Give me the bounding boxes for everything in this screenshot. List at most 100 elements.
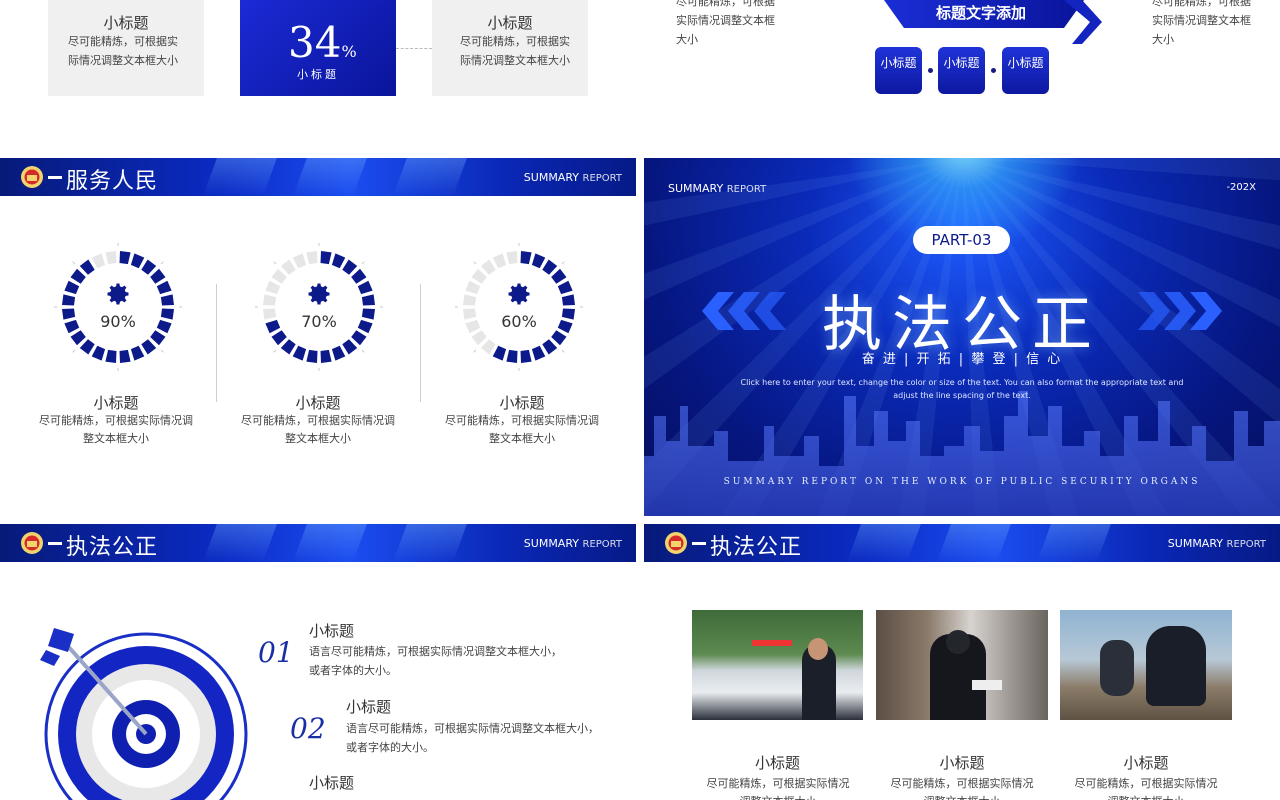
- info-box-text: 尽可能精炼，可根据实际情况调整文本框大小: [460, 35, 570, 67]
- target-dart-icon: [40, 628, 248, 800]
- ring-segment: [492, 345, 507, 361]
- slide-header: 服务人民 SUMMARY REPORT: [0, 158, 636, 196]
- ring-tick: [273, 261, 277, 265]
- ring-segment: [263, 294, 277, 306]
- ring-tick: [72, 349, 76, 353]
- ring-segment: [351, 268, 367, 284]
- ring-segment: [531, 345, 546, 361]
- chip-2[interactable]: 小标题: [938, 47, 985, 94]
- ring-segment: [357, 280, 373, 295]
- ring-segment: [342, 259, 358, 275]
- percent-box: 34% 小标题: [240, 0, 396, 96]
- ring-tick: [160, 261, 164, 265]
- ring-segment: [557, 280, 573, 295]
- info-box-text: 尽可能精炼，可根据实际情况调整文本框大小: [68, 35, 178, 67]
- chevrons-right-icon: [1138, 292, 1222, 330]
- slide-percent-boxes: 小标题 尽可能精炼，可根据实际情况调整文本框大小 34% 小标题 小标题 尽可能…: [0, 0, 636, 150]
- ring-segment: [306, 251, 318, 265]
- ring-percent: 60%: [501, 312, 537, 331]
- card-title: 小标题: [1123, 754, 1169, 772]
- slide-part-cover: SUMMARY REPORT -202X PART-03 执法公正 奋 进 | …: [644, 158, 1280, 516]
- ring-segment: [492, 253, 507, 269]
- item-text: 或者字体的大小。: [309, 664, 397, 677]
- chip-dot: [991, 68, 996, 73]
- item-number: 01: [258, 636, 294, 669]
- info-box-left: 小标题 尽可能精炼，可根据实际情况调整文本框大小: [48, 0, 204, 96]
- ring-segment: [150, 268, 166, 284]
- ring-tick: [473, 349, 477, 353]
- item-title: 小标题: [309, 774, 355, 792]
- ring-percent: 90%: [100, 312, 136, 331]
- ring-segment: [331, 345, 346, 361]
- item-text: 或者字体的大小。: [346, 741, 434, 754]
- ring-segment: [506, 251, 518, 265]
- item-text: 语言尽可能精炼，可根据实际情况调整文本框大小，: [309, 645, 562, 658]
- card-title: 小标题: [754, 754, 800, 772]
- ring-segment: [156, 280, 172, 295]
- ring-segment: [150, 330, 166, 346]
- chip-3[interactable]: 小标题: [1002, 47, 1049, 94]
- ring-segment: [265, 280, 281, 295]
- ring-segment: [331, 253, 346, 269]
- ring-text: 尽可能精炼，可根据实际情况调整文本框大小: [39, 414, 193, 445]
- header-summary: SUMMARY REPORT: [1167, 537, 1266, 550]
- ring-segment: [79, 339, 95, 355]
- divider: [420, 284, 421, 402]
- ring-segment: [280, 339, 296, 355]
- ring-title: 小标题: [93, 394, 139, 412]
- gear-icon: [308, 283, 330, 305]
- ring-tick: [361, 261, 365, 265]
- ring-segment: [520, 349, 532, 363]
- ring-segment: [320, 349, 332, 363]
- header-dash: [692, 542, 706, 545]
- ring-segment: [471, 330, 487, 346]
- cover-desc-line2: adjust the line spacing of the text.: [893, 391, 1031, 400]
- ring-segment: [361, 294, 375, 306]
- gear-icon: [508, 283, 530, 305]
- item-text: 语言尽可能精炼，可根据实际情况调整文本框大小，: [346, 722, 599, 735]
- ring-tick: [473, 261, 477, 265]
- chip-dot: [928, 68, 933, 73]
- ring-text: 尽可能精炼，可根据实际情况调整文本框大小: [241, 414, 395, 445]
- banner-text: 标题文字添加: [936, 4, 1027, 22]
- ring-segment: [105, 251, 117, 265]
- right-text: 尽可能精炼，可根据实际情况调整文本框大小: [1152, 0, 1251, 46]
- ring-segment: [280, 259, 296, 275]
- gear-icon: [107, 283, 129, 305]
- ring-segment: [463, 294, 477, 306]
- ring-segment: [520, 251, 532, 265]
- ring-segment: [271, 330, 287, 346]
- cover-summary: SUMMARY REPORT: [668, 182, 767, 195]
- ring-segment: [119, 349, 131, 363]
- ring-text: 尽可能精炼，可根据实际情况调整文本框大小: [445, 414, 599, 445]
- ring-segment: [105, 349, 117, 363]
- percent-label: 小标题: [297, 68, 339, 81]
- ring-percent: 70%: [301, 312, 337, 331]
- card-text: 尽可能精炼，可根据实际情况调整文本框大小: [890, 777, 1034, 800]
- ring-tick: [160, 349, 164, 353]
- chevrons-left-icon: [702, 292, 786, 330]
- city-skyline: [644, 386, 1280, 516]
- cover-year: -202X: [1226, 182, 1256, 193]
- item-number: 02: [290, 712, 326, 745]
- ring-title: 小标题: [499, 394, 545, 412]
- ring-segment: [70, 330, 86, 346]
- ring-segment: [542, 259, 558, 275]
- ring-segment: [506, 349, 518, 363]
- ring-segment: [70, 268, 86, 284]
- ring-segment: [271, 268, 287, 284]
- ring-segment: [141, 339, 157, 355]
- ring-title: 小标题: [295, 394, 341, 412]
- info-box-title: 小标题: [487, 14, 533, 32]
- item-title: 小标题: [346, 698, 392, 716]
- police-photo-2: [876, 610, 1048, 720]
- ring-segment: [119, 251, 131, 265]
- header-dash: [48, 542, 62, 545]
- progress-ring-2: 70%: [254, 242, 384, 372]
- ring-segment: [130, 253, 145, 269]
- progress-ring-1: 90%: [53, 242, 183, 372]
- left-text: 尽可能精炼，可根据实际情况调整文本框大小: [676, 0, 775, 46]
- ring-segment: [480, 259, 496, 275]
- ring-segment: [561, 294, 575, 306]
- chip-1[interactable]: 小标题: [875, 47, 922, 94]
